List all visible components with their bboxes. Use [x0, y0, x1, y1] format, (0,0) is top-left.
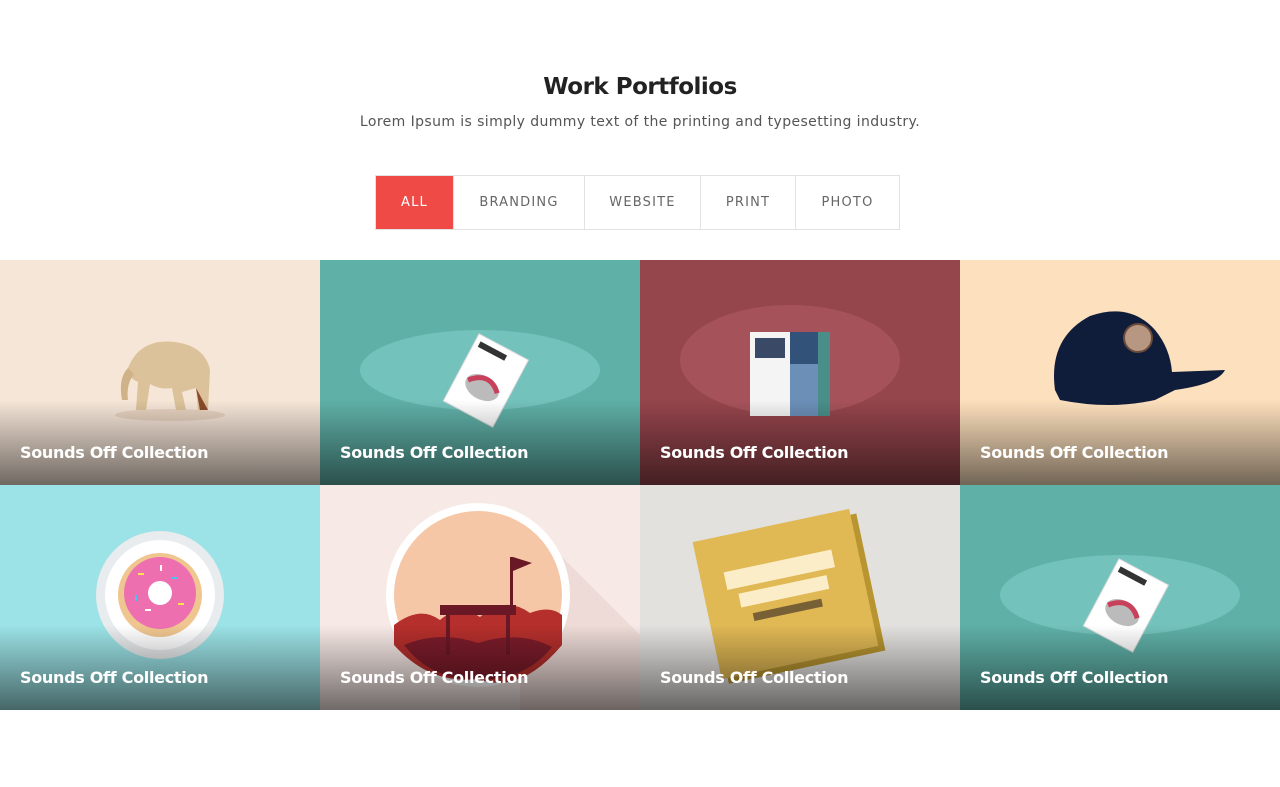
filter-website-button[interactable]: WEBSITE — [584, 176, 700, 229]
portfolio-item-caption: Sounds Off Collection — [660, 668, 849, 687]
portfolio-item[interactable]: Sounds Off Collection — [960, 260, 1280, 485]
filter-all-button[interactable]: ALL — [376, 176, 453, 229]
filter-photo-button[interactable]: PHOTO — [795, 176, 899, 229]
section-header: Work Portfolios Lorem Ipsum is simply du… — [0, 74, 1280, 130]
portfolio-item-caption: Sounds Off Collection — [20, 668, 209, 687]
portfolio-item[interactable]: Sounds Off Collection — [960, 485, 1280, 710]
portfolio-item-caption: Sounds Off Collection — [980, 443, 1169, 462]
portfolio-item[interactable]: Sounds Off Collection — [320, 485, 640, 710]
section-subtitle: Lorem Ipsum is simply dummy text of the … — [359, 114, 921, 130]
portfolio-item-caption: Sounds Off Collection — [340, 443, 529, 462]
portfolio-grid: Sounds Off Collection Sounds Off Collect… — [0, 260, 1280, 710]
section-title: Work Portfolios — [543, 74, 737, 100]
filter-print-button[interactable]: PRINT — [700, 176, 795, 229]
portfolio-item[interactable]: Sounds Off Collection — [640, 485, 960, 710]
portfolio-item-caption: Sounds Off Collection — [660, 443, 849, 462]
portfolio-item[interactable]: Sounds Off Collection — [0, 260, 320, 485]
portfolio-item[interactable]: Sounds Off Collection — [640, 260, 960, 485]
portfolio-filter-bar: ALL BRANDING WEBSITE PRINT PHOTO — [375, 175, 900, 230]
portfolio-item-caption: Sounds Off Collection — [980, 668, 1169, 687]
portfolio-item-caption: Sounds Off Collection — [20, 443, 209, 462]
portfolio-item[interactable]: Sounds Off Collection — [320, 260, 640, 485]
filter-branding-button[interactable]: BRANDING — [453, 176, 584, 229]
portfolio-item-caption: Sounds Off Collection — [340, 668, 529, 687]
portfolio-item[interactable]: Sounds Off Collection — [0, 485, 320, 710]
